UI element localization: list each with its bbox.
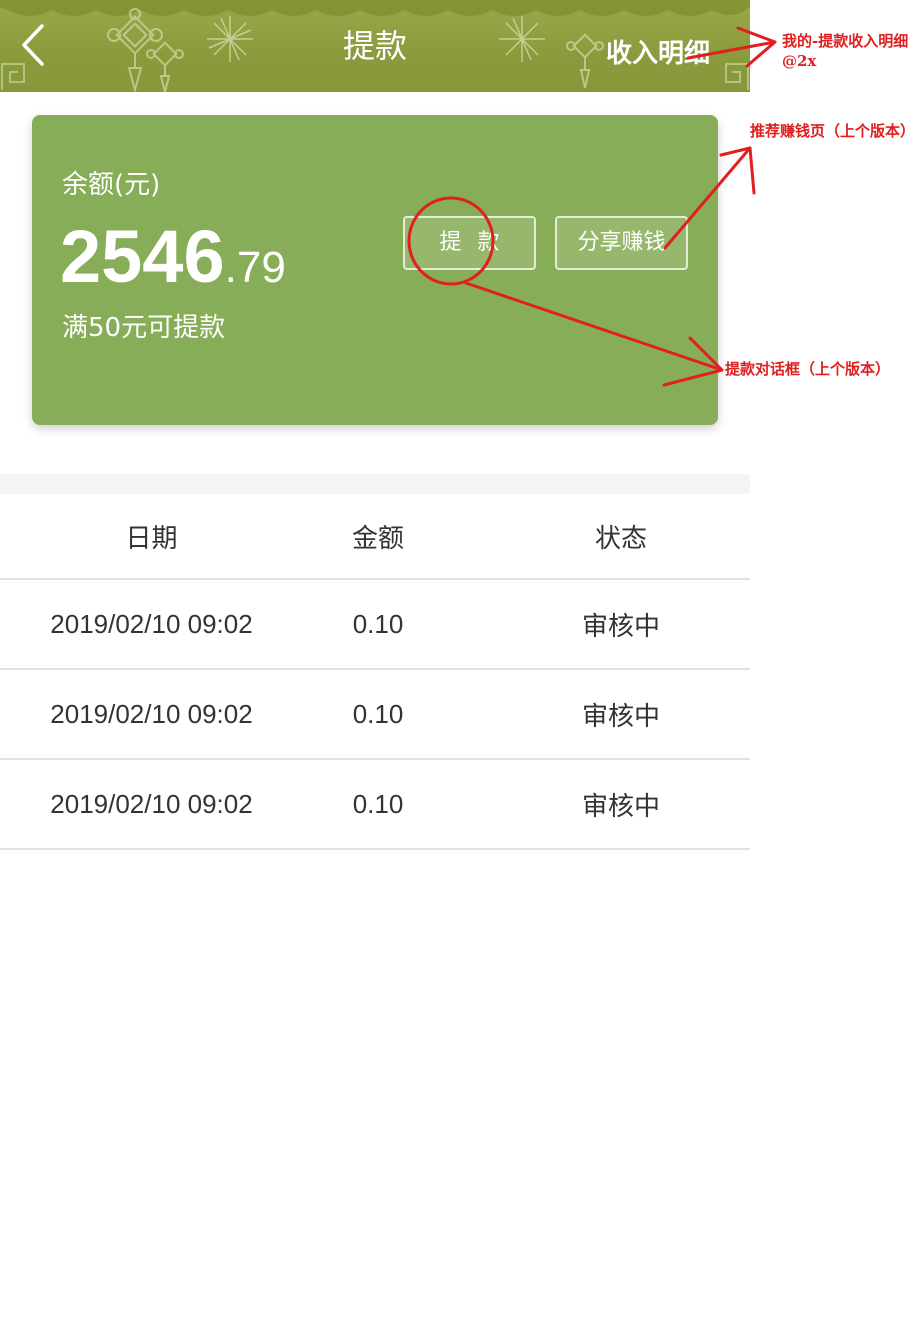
income-detail-link[interactable]: 收入明细 [606, 34, 710, 74]
row-date: 2019/02/10 09:02 [50, 608, 253, 639]
header-bar: 提款 收入明细 [0, 0, 750, 92]
withdraw-threshold-hint: 满50元可提款 [62, 313, 226, 343]
header-amount: 金额 [351, 523, 404, 554]
annotation-note: 推荐赚钱页（上个版本） [750, 122, 916, 140]
table-row: 2019/02/10 09:02 0.10 审核中 [0, 760, 750, 850]
balance-amount: 2546.79 [60, 215, 286, 320]
row-date: 2019/02/10 09:02 [50, 698, 253, 729]
header-date: 日期 [125, 523, 178, 554]
withdraw-records-table: 日期 金额 状态 2019/02/10 09:02 0.10 审核中 2019/… [0, 494, 750, 850]
row-amount: 0.10 [352, 788, 404, 819]
share-earn-button[interactable]: 分享赚钱 [555, 216, 688, 270]
table-row: 2019/02/10 09:02 0.10 审核中 [0, 580, 750, 670]
balance-decimal: .79 [224, 243, 286, 292]
balance-label: 余额(元) [62, 170, 161, 200]
balance-card: 余额(元) 2546.79 满50元可提款 提款 分享赚钱 [32, 115, 718, 425]
header-status: 状态 [594, 523, 647, 554]
row-status: 审核中 [581, 791, 660, 822]
phone-screen: 提款 收入明细 余额(元) 2546.79 满50元可提款 提款 分享赚钱 日期… [0, 0, 750, 1334]
section-divider [0, 474, 750, 494]
withdraw-button[interactable]: 提款 [403, 216, 536, 270]
balance-integer: 2546 [60, 215, 225, 298]
table-row: 2019/02/10 09:02 0.10 审核中 [0, 670, 750, 760]
row-status: 审核中 [581, 611, 660, 642]
row-amount: 0.10 [352, 608, 404, 639]
row-date: 2019/02/10 09:02 [50, 788, 253, 819]
table-header-row: 日期 金额 状态 [0, 494, 750, 580]
annotation-note: 我的-提款收入明细@2x [782, 32, 909, 70]
row-status: 审核中 [581, 701, 660, 732]
row-amount: 0.10 [352, 698, 404, 729]
